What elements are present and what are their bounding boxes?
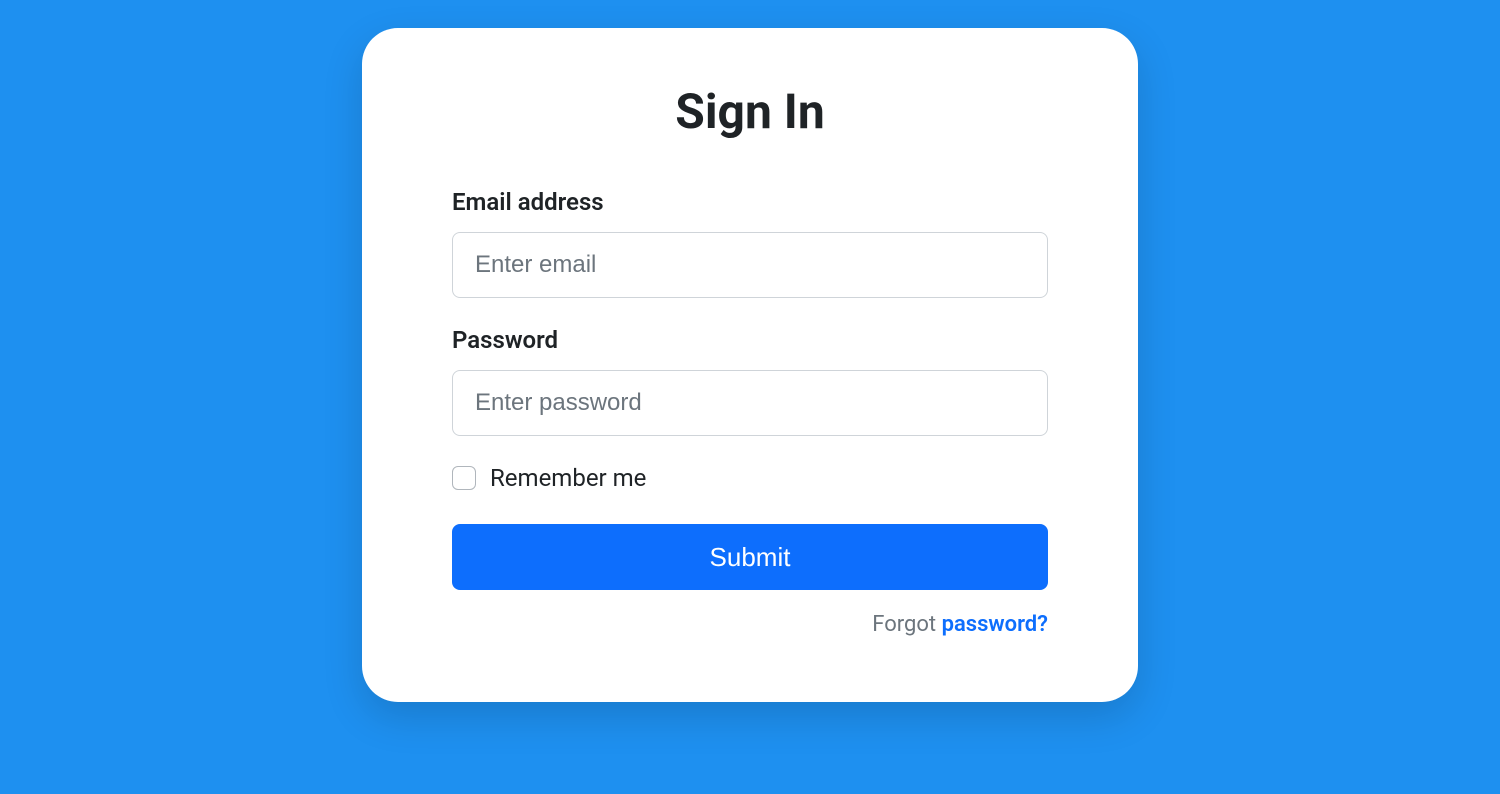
forgot-password-link[interactable]: password? — [942, 612, 1048, 637]
remember-row: Remember me — [452, 464, 1048, 492]
email-label: Email address — [452, 188, 1048, 216]
card-title: Sign In — [452, 83, 1048, 140]
password-label: Password — [452, 326, 1048, 354]
password-group: Password — [452, 326, 1048, 436]
email-group: Email address — [452, 188, 1048, 298]
email-input[interactable] — [452, 232, 1048, 298]
sign-in-card: Sign In Email address Password Remember … — [362, 28, 1138, 702]
forgot-row: Forgot password? — [452, 612, 1048, 637]
password-input[interactable] — [452, 370, 1048, 436]
remember-checkbox[interactable] — [452, 466, 476, 490]
submit-button[interactable]: Submit — [452, 524, 1048, 590]
remember-label[interactable]: Remember me — [490, 464, 646, 492]
forgot-prefix: Forgot — [872, 612, 941, 637]
